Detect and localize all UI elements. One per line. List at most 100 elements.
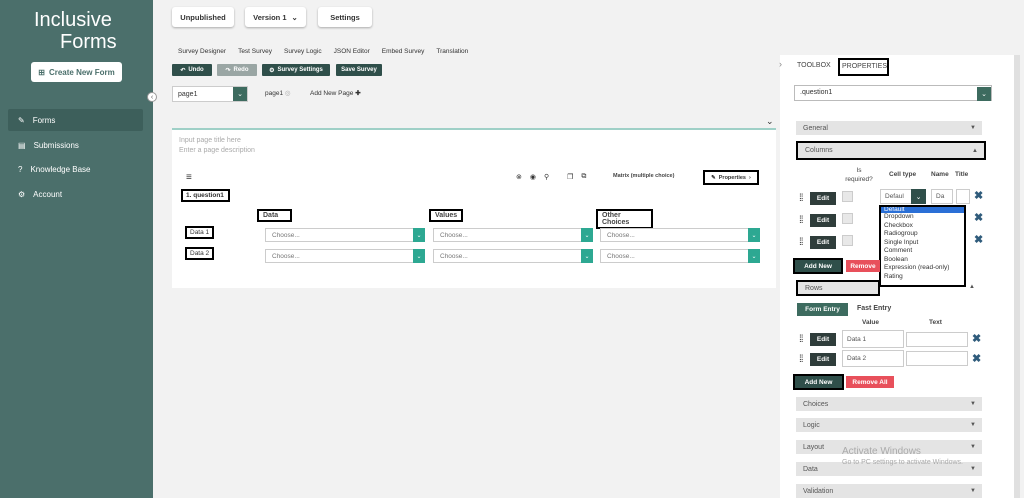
chevron-up-icon[interactable]: ▲ xyxy=(969,284,975,290)
edit-row-button[interactable]: Edit xyxy=(810,353,836,366)
collapse-sidebar-icon[interactable]: ‹ xyxy=(147,92,157,102)
drag-handle-icon[interactable]: ⁞⁞ xyxy=(799,354,803,365)
dropdown-option[interactable]: Comment xyxy=(881,247,964,256)
add-to-toolbox-icon[interactable]: ⧉ xyxy=(581,173,586,181)
create-new-form-label: Create New Form xyxy=(48,67,115,77)
edit-column-button[interactable]: Edit xyxy=(810,236,836,249)
matrix-cell-dropdown[interactable]: Choose... ⌄ xyxy=(600,228,760,242)
dropdown-option[interactable]: Expression (read-only) xyxy=(881,264,964,273)
row-text-input[interactable] xyxy=(906,332,968,347)
section-rows[interactable]: Rows xyxy=(796,280,880,296)
tab-properties[interactable]: PROPERTIES xyxy=(838,58,889,76)
matrix-cell-dropdown[interactable]: Choose... ⌄ xyxy=(433,228,593,242)
tab-fast-entry[interactable]: Fast Entry xyxy=(857,305,891,312)
delete-icon[interactable]: ⊗ xyxy=(516,173,522,181)
page-selector-value: page1 xyxy=(178,90,198,98)
page-title-input[interactable]: Input page title here xyxy=(179,137,241,144)
chevron-down-icon[interactable]: ⌄ xyxy=(766,116,774,127)
chevron-down-icon[interactable]: ⌄ xyxy=(911,189,926,204)
tab-test-survey[interactable]: Test Survey xyxy=(238,48,272,55)
collapse-panel-icon[interactable]: › xyxy=(779,59,782,69)
survey-settings-button[interactable]: ⚙ Survey Settings xyxy=(262,64,330,76)
dropdown-option[interactable]: Radiogroup xyxy=(881,230,964,239)
question-actions: ⊗ ◉ ⚲ ❐ ⧉ xyxy=(516,173,586,181)
question-type-selector[interactable]: Matrix (multiple choice) xyxy=(613,173,674,179)
is-required-checkbox[interactable] xyxy=(842,235,853,246)
save-survey-button[interactable]: Save Survey xyxy=(336,64,382,76)
add-new-column-button[interactable]: Add New xyxy=(793,258,843,274)
section-choices[interactable]: Choices ▼ xyxy=(796,397,982,411)
row-value-input[interactable]: Data 1 xyxy=(842,330,904,348)
row-value-input[interactable]: Data 2 xyxy=(842,350,904,367)
page-selector[interactable]: page1 ⌄ xyxy=(172,86,248,102)
close-icon[interactable]: ✖ xyxy=(974,211,983,224)
section-logic[interactable]: Logic ▼ xyxy=(796,418,982,432)
column-title-input[interactable] xyxy=(956,189,970,204)
close-icon[interactable]: ✖ xyxy=(974,189,983,202)
close-icon[interactable]: ✖ xyxy=(972,332,981,345)
undo-button[interactable]: ↶ Undo xyxy=(172,64,212,76)
copy-icon[interactable]: ❐ xyxy=(567,173,573,181)
tab-toolbox[interactable]: TOOLBOX xyxy=(797,62,831,69)
sidebar-item-account[interactable]: ⚙ Account xyxy=(8,183,143,205)
sidebar-item-submissions[interactable]: ▤ Submissions xyxy=(8,134,143,156)
dropdown-option[interactable]: Rating xyxy=(881,273,964,282)
matrix-cell-dropdown[interactable]: Choose... ⌄ xyxy=(433,249,593,263)
close-icon[interactable]: ✖ xyxy=(972,352,981,365)
question-title[interactable]: 1. question1 xyxy=(181,189,230,202)
section-validation[interactable]: Validation ▼ xyxy=(796,484,982,498)
drag-handle-icon[interactable]: ⁞⁞ xyxy=(799,334,803,345)
watermark-title: Activate Windows xyxy=(842,446,921,457)
drag-handle-icon[interactable]: ⁞⁞ xyxy=(799,193,803,204)
settings-button[interactable]: Settings xyxy=(318,7,372,27)
dropdown-option[interactable]: Boolean xyxy=(881,256,964,265)
matrix-cell-dropdown[interactable]: Choose... ⌄ xyxy=(265,228,425,242)
redo-button[interactable]: ↷ Redo xyxy=(217,64,257,76)
tab-survey-designer[interactable]: Survey Designer xyxy=(178,48,226,55)
properties-button[interactable]: ✎ Properties › xyxy=(703,170,759,185)
settings-small-icon[interactable]: ◎ xyxy=(285,90,291,97)
tab-survey-logic[interactable]: Survey Logic xyxy=(284,48,322,55)
tab-embed-survey[interactable]: Embed Survey xyxy=(382,48,425,55)
is-required-checkbox[interactable] xyxy=(842,191,853,202)
create-new-form-button[interactable]: ⊞ Create New Form xyxy=(31,62,122,82)
edit-column-button[interactable]: Edit xyxy=(810,214,836,227)
scrollbar[interactable] xyxy=(1014,55,1020,498)
remove-all-rows-button[interactable]: Remove All xyxy=(846,376,894,388)
is-required-checkbox[interactable] xyxy=(842,213,853,224)
page-tab-label: page1 xyxy=(265,90,284,97)
row-text-input[interactable] xyxy=(906,351,968,366)
page-tab[interactable]: page1 ◎ xyxy=(265,89,291,97)
dropdown-placeholder: Choose... xyxy=(607,252,635,260)
add-new-page-button[interactable]: Add New Page ✚ xyxy=(310,89,361,97)
matrix-cell-dropdown[interactable]: Choose... ⌄ xyxy=(600,249,760,263)
sidebar-item-knowledge-base[interactable]: ? Knowledge Base xyxy=(8,158,143,180)
edit-row-button[interactable]: Edit xyxy=(810,333,836,346)
section-general[interactable]: General ▼ xyxy=(796,121,982,135)
drag-handle-icon[interactable]: ⁞⁞ xyxy=(799,237,803,248)
tab-translation[interactable]: Translation xyxy=(436,48,468,55)
drag-handle-icon[interactable]: ≡ xyxy=(186,172,192,183)
add-new-row-button[interactable]: Add New xyxy=(793,374,844,390)
required-icon[interactable]: ⚲ xyxy=(544,173,549,181)
row-label-data1: Data 1 xyxy=(185,226,215,239)
dropdown-option[interactable]: Dropdown xyxy=(881,213,964,222)
page-description-input[interactable]: Enter a page description xyxy=(179,147,255,154)
column-name-input[interactable]: Da xyxy=(931,189,953,204)
watermark-subtitle: Go to PC settings to activate Windows. xyxy=(842,459,963,466)
remove-columns-button[interactable]: Remove xyxy=(846,260,880,272)
dropdown-option[interactable]: Single Input xyxy=(881,239,964,248)
eye-icon[interactable]: ◉ xyxy=(530,173,536,181)
close-icon[interactable]: ✖ xyxy=(974,233,983,246)
dropdown-option[interactable]: Checkbox xyxy=(881,222,964,231)
unpublished-button[interactable]: Unpublished xyxy=(172,7,234,27)
tab-json-editor[interactable]: JSON Editor xyxy=(334,48,370,55)
object-selector[interactable]: .question1 ⌄ xyxy=(794,85,992,101)
sidebar-item-forms[interactable]: ✎ Forms xyxy=(8,109,143,131)
drag-handle-icon[interactable]: ⁞⁞ xyxy=(799,215,803,226)
matrix-cell-dropdown[interactable]: Choose... ⌄ xyxy=(265,249,425,263)
edit-column-button[interactable]: Edit xyxy=(810,192,836,205)
section-columns[interactable]: Columns ▲ xyxy=(796,141,986,160)
version-dropdown[interactable]: Version 1 ⌄ xyxy=(245,7,306,27)
tab-form-entry[interactable]: Form Entry xyxy=(797,303,848,316)
